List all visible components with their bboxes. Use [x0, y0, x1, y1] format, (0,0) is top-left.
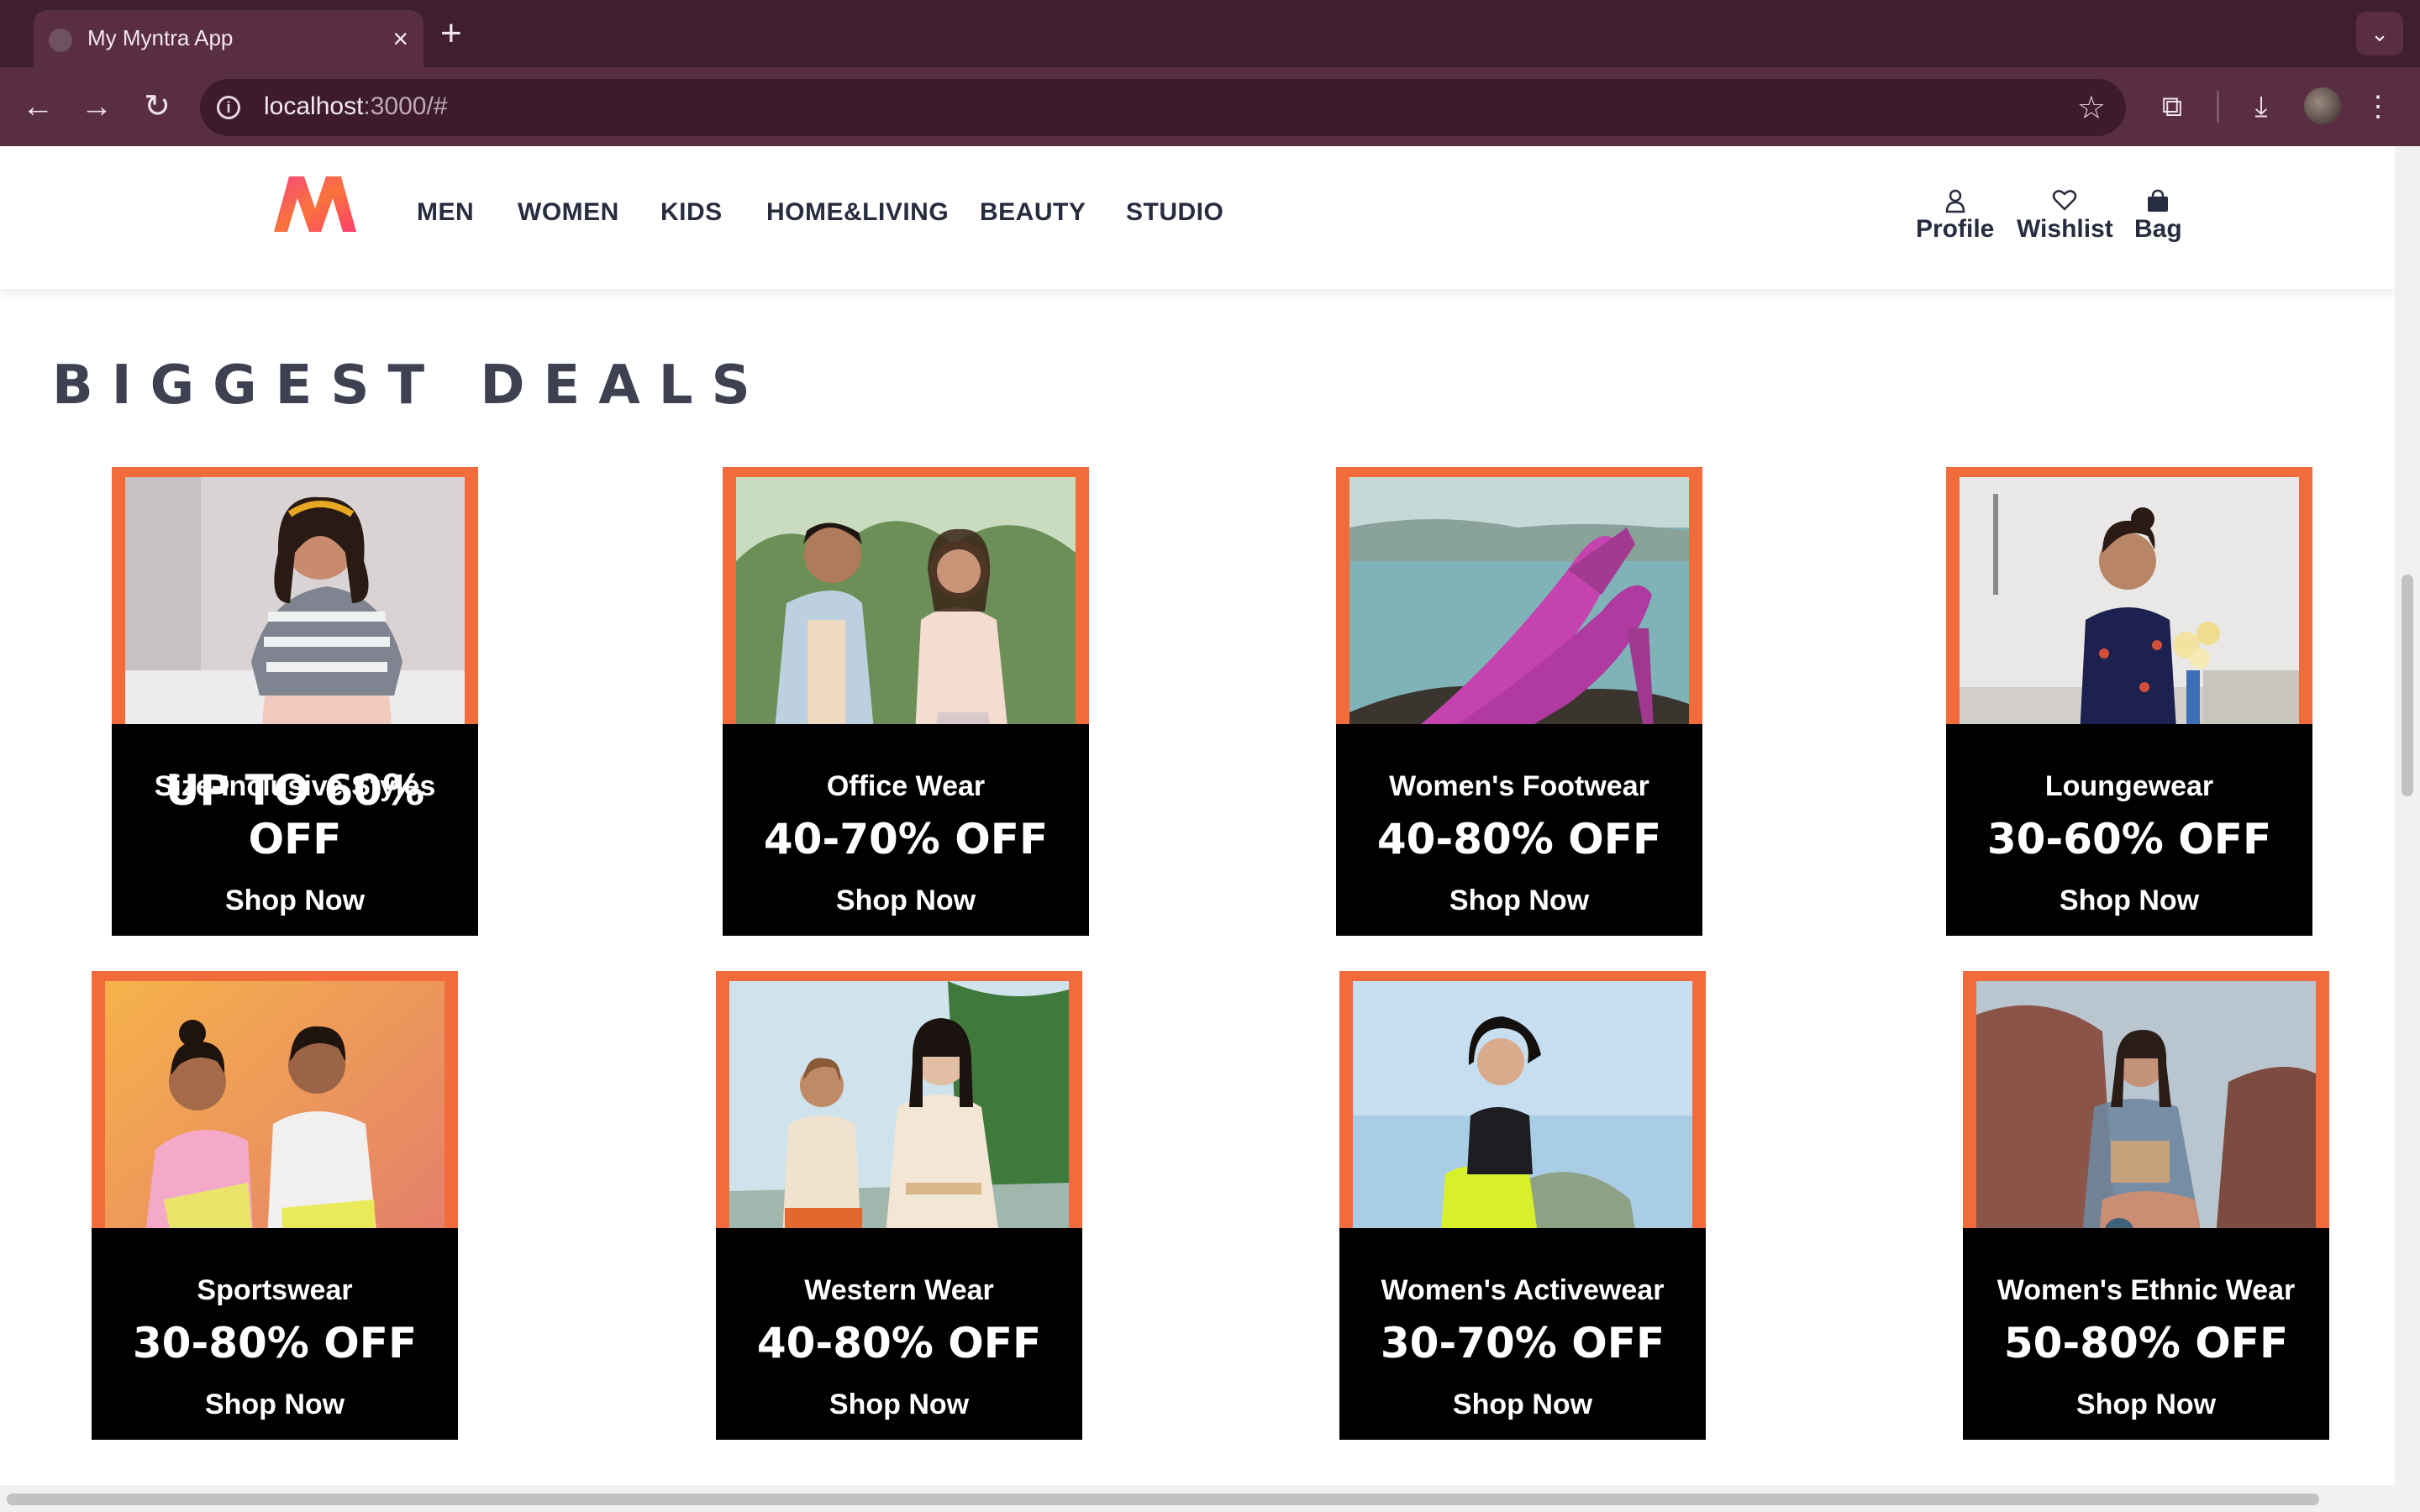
deal-category: Loungewear [2044, 770, 2214, 802]
url-text[interactable]: localhost:3000/# [264, 92, 448, 121]
page-viewport: MEN WOMEN KIDS HOME&LIVING BEAUTY STUDIO… [0, 146, 2420, 1512]
nav-women[interactable]: WOMEN [518, 198, 619, 227]
deal-category: Women's Ethnic Wear [1996, 1274, 2296, 1306]
deal-offer: 30-70% OFF [1380, 1319, 1665, 1368]
wishlist-button[interactable]: Wishlist [2017, 188, 2113, 244]
deal-category: Women's Footwear [1389, 770, 1649, 802]
deal-shop-now[interactable]: Shop Now [1336, 885, 1702, 917]
deal-tile[interactable]: Women's Ethnic Wear 50-80% OFF Shop Now [1963, 971, 2329, 1440]
tab-title: My Myntra App [87, 25, 234, 50]
profile-button[interactable]: Profile [1916, 188, 1994, 244]
profile-label: Profile [1916, 215, 1995, 243]
toolbar-separator [2217, 91, 2219, 123]
user-icon [1916, 188, 1994, 213]
bookmark-star-icon[interactable]: ☆ [2077, 89, 2106, 127]
deal-shop-now[interactable]: Shop Now [716, 1389, 1082, 1421]
deal-tile[interactable]: Sportswear 30-80% OFF Shop Now [92, 971, 458, 1440]
deal-tile[interactable]: Loungewear 30-60% OFF Shop Now [1946, 467, 2312, 936]
nav-beauty[interactable]: BEAUTY [980, 198, 1086, 227]
deal-offer: UP TO 60% OFF [165, 766, 425, 864]
deal-shop-now[interactable]: Shop Now [1963, 1389, 2329, 1421]
deal-offer: 50-80% OFF [2003, 1319, 2289, 1368]
deal-tile[interactable]: Size-Inclusive Styles UP TO 60% OFF Shop… [112, 467, 478, 936]
deal-category: Western Wear [804, 1274, 994, 1306]
new-tab-icon[interactable]: + [440, 12, 462, 55]
section-title: BIGGEST DEALS [52, 354, 769, 417]
reload-icon[interactable]: ↻ [136, 86, 178, 128]
tab-search-chevron-icon[interactable]: ⌄ [2356, 12, 2403, 55]
deal-shop-now[interactable]: Shop Now [723, 885, 1089, 917]
deal-tile[interactable]: Office Wear 40-70% OFF Shop Now [723, 467, 1089, 936]
deal-tile[interactable]: Western Wear 40-80% OFF Shop Now [716, 971, 1082, 1440]
browser-toolbar: ← → ↻ i localhost:3000/# ☆ ⧉ ⤓ ⋮ [0, 67, 2420, 146]
deal-offer: 40-80% OFF [756, 1319, 1042, 1368]
menu-kebab-icon[interactable]: ⋮ [2361, 86, 2395, 128]
heart-icon [2017, 188, 2113, 213]
profile-avatar[interactable] [2304, 87, 2341, 124]
deal-offer: 40-70% OFF [763, 815, 1049, 864]
bag-button[interactable]: Bag [2134, 188, 2182, 244]
close-tab-icon[interactable]: × [392, 22, 408, 55]
site-info-icon[interactable]: i [217, 96, 240, 119]
nav-studio[interactable]: STUDIO [1126, 198, 1223, 227]
extensions-icon[interactable]: ⧉ [2151, 86, 2193, 128]
deal-tile[interactable]: Women's Activewear 30-70% OFF Shop Now [1339, 971, 1706, 1440]
bag-icon [2134, 188, 2182, 213]
deal-category: Sportswear [197, 1274, 353, 1306]
url-path: :3000/# [363, 92, 448, 120]
vertical-scrollbar[interactable] [2395, 146, 2420, 1485]
deal-offer: 30-60% OFF [1986, 815, 2272, 864]
vertical-scroll-thumb[interactable] [2402, 575, 2413, 796]
deal-shop-now[interactable]: Shop Now [92, 1389, 458, 1421]
deal-offer: 30-80% OFF [132, 1319, 418, 1368]
horizontal-scrollbar[interactable] [0, 1485, 2420, 1512]
tab-strip: My Myntra App × + ⌄ [0, 0, 2420, 67]
deal-category: Office Wear [826, 770, 986, 802]
browser-tab[interactable]: My Myntra App × [34, 10, 424, 67]
nav-home-living[interactable]: HOME&LIVING [766, 198, 949, 227]
deal-category: Women's Activewear [1381, 1274, 1665, 1306]
horizontal-scroll-thumb[interactable] [7, 1494, 2319, 1505]
deal-tile[interactable]: Women's Footwear 40-80% OFF Shop Now [1336, 467, 1702, 936]
wishlist-label: Wishlist [2017, 215, 2113, 243]
deal-shop-now[interactable]: Shop Now [112, 885, 478, 917]
nav-men[interactable]: MEN [417, 198, 474, 227]
deal-offer: 40-80% OFF [1376, 815, 1662, 864]
myntra-logo-icon[interactable] [271, 171, 360, 235]
download-icon[interactable]: ⤓ [2240, 86, 2282, 128]
nav-kids[interactable]: KIDS [660, 198, 723, 227]
browser-chrome: My Myntra App × + ⌄ ← → ↻ i localhost:30… [0, 0, 2420, 146]
bag-label: Bag [2134, 215, 2182, 243]
back-arrow-icon[interactable]: ← [17, 86, 59, 128]
address-bar[interactable]: i localhost:3000/# ☆ [200, 79, 2126, 136]
forward-arrow-icon[interactable]: → [76, 86, 118, 128]
url-host: localhost [264, 92, 364, 120]
deal-shop-now[interactable]: Shop Now [1339, 1389, 1706, 1421]
deal-shop-now[interactable]: Shop Now [1946, 885, 2312, 917]
site-header: MEN WOMEN KIDS HOME&LIVING BEAUTY STUDIO… [0, 146, 2395, 289]
favicon-icon [49, 29, 72, 52]
